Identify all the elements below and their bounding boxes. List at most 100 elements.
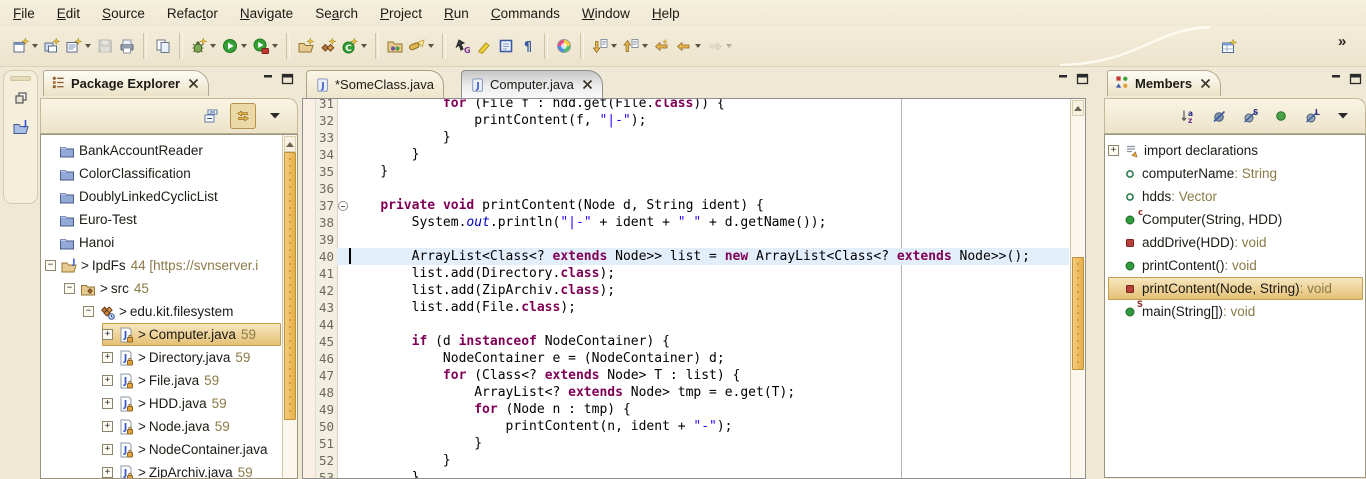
fold-collapse-marker[interactable] xyxy=(338,201,348,211)
tree-item-node-java[interactable]: +J> Node.java59 xyxy=(102,415,281,438)
maximize-button[interactable] xyxy=(281,73,294,85)
minimize-button[interactable] xyxy=(262,73,275,85)
tree-item-file-java[interactable]: +J> File.java59 xyxy=(102,369,281,392)
tree-item-bankaccountreader[interactable]: BankAccountReader xyxy=(45,139,281,162)
hide-fields-button[interactable] xyxy=(1207,104,1231,128)
member-item-printcontent-[interactable]: printContent() : void xyxy=(1108,254,1363,277)
expand-icon[interactable]: + xyxy=(102,398,113,409)
last-edit-location-button[interactable] xyxy=(651,31,673,61)
expand-icon[interactable]: + xyxy=(102,352,113,363)
menu-navigate[interactable]: Navigate xyxy=(229,2,304,25)
toolbar-overflow-chevron[interactable]: » xyxy=(1338,33,1346,50)
menu-refactor[interactable]: Refactor xyxy=(156,2,229,25)
menu-run[interactable]: Run xyxy=(433,2,480,25)
new-java-project-button[interactable] xyxy=(295,31,317,61)
collapse-icon[interactable]: − xyxy=(64,283,75,294)
scrollbar-thumb[interactable] xyxy=(1072,257,1084,370)
tree-item-ziparchiv-java[interactable]: +J> ZipArchiv.java59 xyxy=(102,461,281,479)
print-button[interactable] xyxy=(116,31,138,61)
hide-local-types-button[interactable]: L xyxy=(1300,104,1324,128)
next-annotation-button[interactable] xyxy=(589,31,620,61)
forward-button[interactable] xyxy=(704,31,735,61)
open-perspective-button[interactable] xyxy=(1218,32,1240,62)
hide-non-public-button[interactable] xyxy=(1269,104,1293,128)
member-item-hdds[interactable]: hdds : Vector xyxy=(1108,185,1363,208)
member-item-computer-string-hdd-[interactable]: cComputer(String, HDD) xyxy=(1108,208,1363,231)
view-menu-button[interactable] xyxy=(263,104,287,128)
tree-item-hanoi[interactable]: Hanoi xyxy=(45,231,281,254)
tree-item-src[interactable]: −> src45 xyxy=(64,277,281,300)
tree-item-edu-kit-filesystem[interactable]: −> edu.kit.filesystem xyxy=(83,300,281,323)
build-all-button[interactable] xyxy=(152,31,174,61)
show-selected-element-button[interactable] xyxy=(495,31,517,61)
editor-scrollbar[interactable] xyxy=(1070,99,1085,478)
package-explorer-scrollbar[interactable] xyxy=(282,135,297,478)
tab-package-explorer[interactable]: Package Explorer xyxy=(43,70,209,96)
new-window-wizard-button[interactable] xyxy=(41,31,63,61)
scrollbar-thumb[interactable] xyxy=(284,152,296,420)
menu-window[interactable]: Window xyxy=(571,2,641,25)
minimize-button[interactable] xyxy=(1330,73,1343,85)
members-list[interactable]: +import declarationscomputerName : Strin… xyxy=(1104,134,1366,478)
hide-static-members-button[interactable]: S xyxy=(1238,104,1262,128)
new-java-package-button[interactable] xyxy=(317,31,339,61)
debug-button[interactable] xyxy=(188,31,219,61)
scroll-up-arrow[interactable] xyxy=(1072,100,1084,116)
new-java-class-button[interactable]: C xyxy=(339,31,370,61)
minimize-button[interactable] xyxy=(1057,73,1070,85)
menu-source[interactable]: Source xyxy=(91,2,156,25)
editor-tab--someclass-java[interactable]: J*SomeClass.java xyxy=(306,70,444,98)
expand-icon[interactable]: + xyxy=(102,329,113,340)
save-button[interactable] xyxy=(94,31,116,61)
menu-search[interactable]: Search xyxy=(304,2,369,25)
scroll-up-arrow[interactable] xyxy=(284,136,296,152)
link-with-editor-button[interactable] xyxy=(230,103,256,129)
new-view-wizard-button[interactable] xyxy=(63,31,94,61)
search-button[interactable] xyxy=(406,31,437,61)
back-button[interactable] xyxy=(673,31,704,61)
code-editor[interactable]: 3132333435363738394041424344454647484950… xyxy=(302,98,1086,479)
menu-file[interactable]: File xyxy=(2,2,46,25)
member-item-import-declarations[interactable]: +import declarations xyxy=(1108,139,1363,162)
restore-view-button[interactable] xyxy=(8,85,34,111)
menu-project[interactable]: Project xyxy=(369,2,433,25)
menu-help[interactable]: Help xyxy=(641,2,691,25)
member-item-printcontent-node-string-[interactable]: printContent(Node, String) : void xyxy=(1108,277,1363,300)
maximize-button[interactable] xyxy=(1076,73,1089,85)
expand-icon[interactable]: + xyxy=(102,444,113,455)
close-icon[interactable] xyxy=(1200,78,1211,89)
tree-item-colorclassification[interactable]: ColorClassification xyxy=(45,162,281,185)
open-type-button[interactable] xyxy=(384,31,406,61)
new-wizard-button[interactable] xyxy=(10,31,41,61)
editor-tab-computer-java[interactable]: JComputer.java xyxy=(461,70,603,98)
package-explorer-tree[interactable]: BankAccountReaderColorClassificationDoub… xyxy=(40,134,298,479)
folding-ruler[interactable] xyxy=(338,99,349,478)
sort-button[interactable]: az xyxy=(1176,104,1200,128)
goto-last-edit-g-button[interactable]: G xyxy=(451,31,473,61)
expand-icon[interactable]: + xyxy=(102,467,113,478)
collapse-icon[interactable]: − xyxy=(83,306,94,317)
member-item-adddrive-hdd-[interactable]: addDrive(HDD) : void xyxy=(1108,231,1363,254)
maximize-button[interactable] xyxy=(1349,73,1362,85)
tree-item-ipdfs[interactable]: −J> IpdFs44 [https://svnserver.i xyxy=(45,254,281,277)
tree-item-doublylinkedcycliclist[interactable]: DoublyLinkedCyclicList xyxy=(45,185,281,208)
java-browsing-perspective-button[interactable]: J xyxy=(8,114,34,140)
run-coverage-button[interactable] xyxy=(250,31,281,61)
menu-edit[interactable]: Edit xyxy=(46,2,91,25)
tree-item-euro-test[interactable]: Euro-Test xyxy=(45,208,281,231)
member-item-computername[interactable]: computerName : String xyxy=(1108,162,1363,185)
menu-commands[interactable]: Commands xyxy=(480,2,571,25)
expand-icon[interactable]: + xyxy=(1108,145,1119,156)
tree-item-computer-java[interactable]: +J> Computer.java59 xyxy=(102,323,281,346)
run-button[interactable] xyxy=(219,31,250,61)
view-menu-button[interactable] xyxy=(1331,104,1355,128)
expand-icon[interactable]: + xyxy=(102,421,113,432)
close-icon[interactable] xyxy=(188,78,199,89)
mark-occurrences-button[interactable] xyxy=(473,31,495,61)
show-whitespace-button[interactable]: ¶ xyxy=(517,31,539,61)
tree-item-hdd-java[interactable]: +J> HDD.java59 xyxy=(102,392,281,415)
tab-members[interactable]: Members xyxy=(1107,70,1221,96)
code-text-area[interactable]: for (File f : hdd.get(File.class)) { pri… xyxy=(349,99,1069,478)
tree-item-nodecontainer-java[interactable]: +J> NodeContainer.java xyxy=(102,438,281,461)
line-number-ruler[interactable]: 3132333435363738394041424344454647484950… xyxy=(316,99,338,478)
